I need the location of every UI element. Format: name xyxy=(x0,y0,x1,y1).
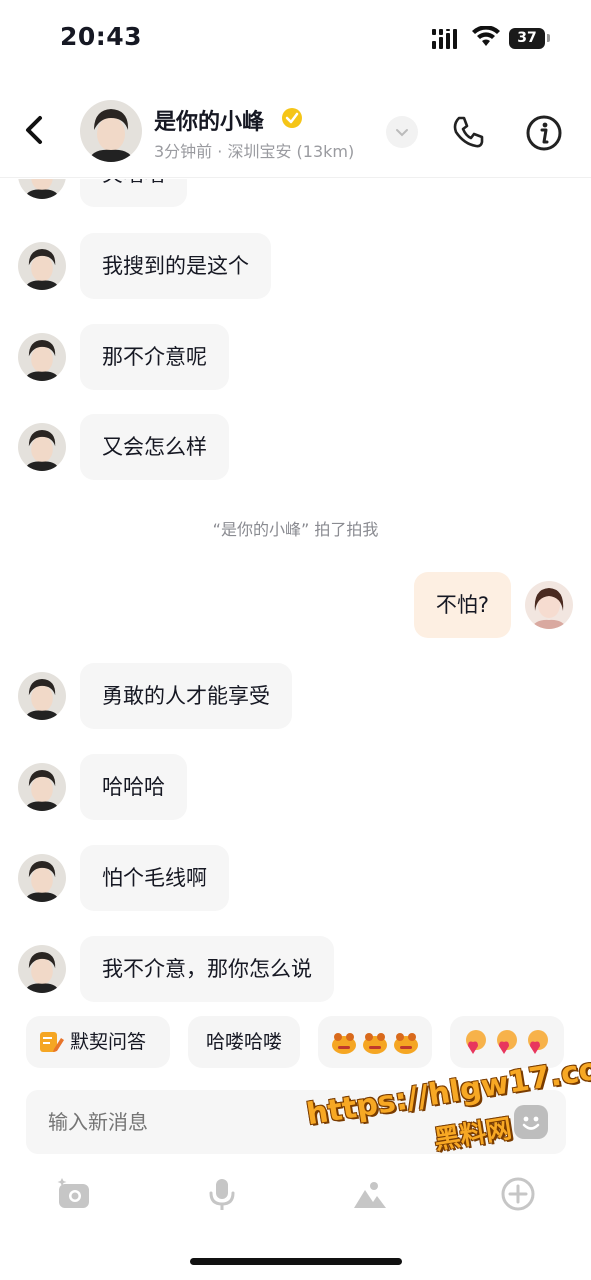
quick-reply-label: 默契问答 xyxy=(70,1031,147,1053)
my-avatar[interactable] xyxy=(525,581,573,629)
contact-name[interactable]: 是你的小峰 xyxy=(154,104,264,136)
note-pencil-icon xyxy=(40,1032,64,1052)
message-bubble[interactable]: 那不介意呢 xyxy=(80,324,229,390)
phone-call-icon[interactable] xyxy=(450,114,486,150)
quick-reply-hello[interactable]: 哈喽哈喽 xyxy=(188,1016,300,1068)
verified-badge-icon xyxy=(282,108,302,128)
quick-reply-tacit-quiz[interactable]: 默契问答 xyxy=(26,1016,170,1068)
sender-avatar[interactable] xyxy=(18,854,66,902)
chevron-down-icon xyxy=(396,129,408,137)
camera-icon[interactable] xyxy=(56,1176,92,1212)
message-bubble[interactable]: 怕个毛线啊 xyxy=(80,845,229,911)
nudge-notice: “是你的小峰” 拍了拍我 xyxy=(212,520,379,539)
message-bubble[interactable]: 我搜到的是这个 xyxy=(80,233,271,299)
status-bar: 20:43 37 xyxy=(0,0,591,80)
contact-avatar[interactable] xyxy=(80,100,142,162)
status-time: 20:43 xyxy=(60,22,143,51)
wifi-icon xyxy=(472,26,500,46)
sender-avatar[interactable] xyxy=(18,672,66,720)
sender-avatar[interactable] xyxy=(18,333,66,381)
frog-sticker-icon xyxy=(332,1033,418,1054)
cellular-signal-icon xyxy=(432,29,457,49)
message-bubble[interactable]: 勇敢的人才能享受 xyxy=(80,663,292,729)
sender-avatar[interactable] xyxy=(18,179,66,199)
sender-avatar[interactable] xyxy=(18,242,66,290)
message-bubble[interactable]: 我不介意，那你怎么说 xyxy=(80,936,334,1002)
info-icon[interactable] xyxy=(525,114,563,152)
home-indicator xyxy=(190,1258,402,1265)
sender-avatar[interactable] xyxy=(18,423,66,471)
my-message-bubble[interactable]: 不怕? xyxy=(413,572,511,638)
message-bubble[interactable]: 哈哈哈 xyxy=(80,754,187,820)
sender-avatar[interactable] xyxy=(18,945,66,993)
battery-icon: 37 xyxy=(509,28,545,49)
message-input[interactable] xyxy=(48,1090,297,1154)
sender-avatar[interactable] xyxy=(18,763,66,811)
back-arrow-icon[interactable] xyxy=(18,112,54,148)
microphone-icon[interactable] xyxy=(204,1176,240,1212)
plus-circle-icon[interactable] xyxy=(500,1176,536,1212)
message-bubble[interactable]: 又会怎么样 xyxy=(80,414,229,480)
battery-tip xyxy=(547,34,550,42)
chat-header: 是你的小峰 3分钟前 · 深圳宝安 (13km) xyxy=(0,90,591,178)
collapse-button[interactable] xyxy=(386,116,418,148)
image-gallery-icon[interactable] xyxy=(352,1176,388,1212)
message-list[interactable]: 笑嘻嘻 我搜到的是这个 那不介意呢 又会怎么样 “是你的小峰” 拍了拍我 不怕?… xyxy=(0,179,591,1009)
bottom-toolbar xyxy=(0,1170,591,1220)
message-bubble[interactable]: 笑嘻嘻 xyxy=(80,179,187,207)
quick-reply-frog-stickers[interactable] xyxy=(318,1016,432,1068)
contact-status: 3分钟前 · 深圳宝安 (13km) xyxy=(154,142,355,161)
